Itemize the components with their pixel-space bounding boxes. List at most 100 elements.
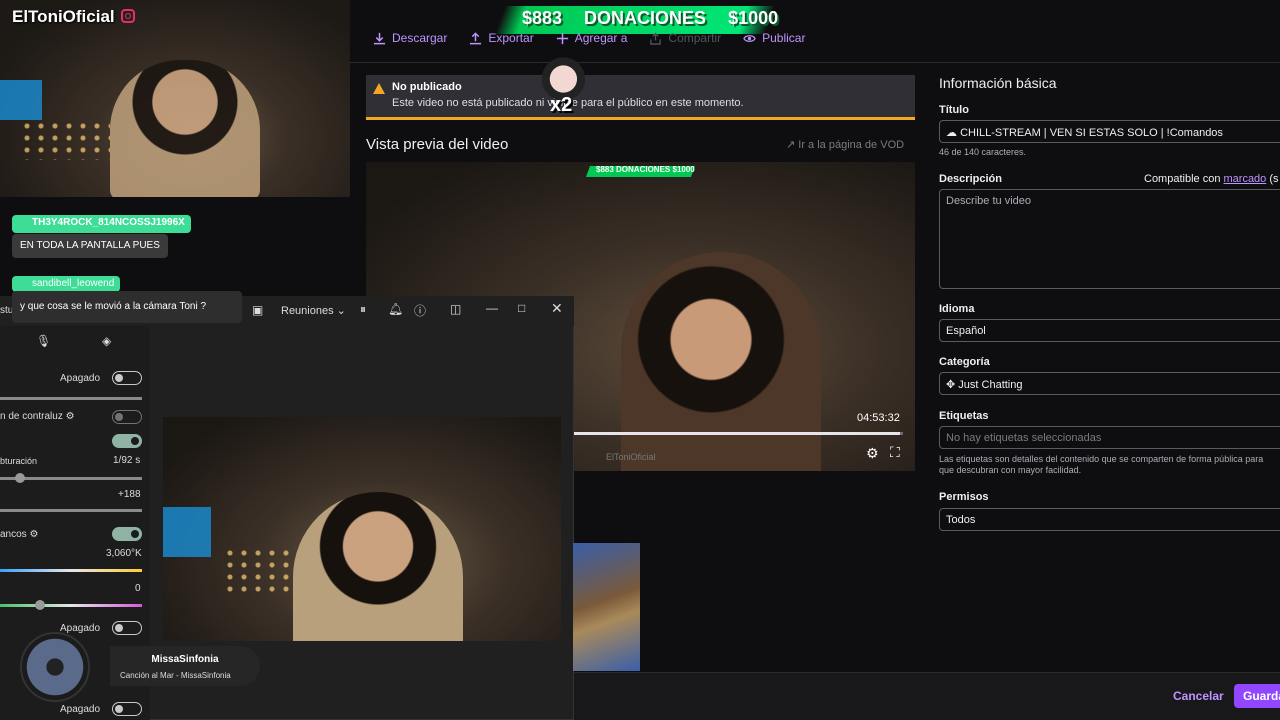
gear-icon: ⚙ [29, 529, 39, 540]
temperature-value: 3,060°K [106, 548, 142, 559]
bell-icon[interactable]: 🔔︎ [388, 302, 403, 316]
streamer-figure [110, 60, 260, 197]
permissions-label: Permisos [939, 491, 989, 503]
backlight-toggle[interactable] [112, 410, 142, 424]
setting-off-label-3: Apagado [60, 704, 101, 715]
markdown-link[interactable]: marcado [1224, 173, 1267, 185]
tags-input[interactable]: No hay etiquetas seleccionadas [939, 426, 1280, 449]
preview-title: Vista previa del video [366, 136, 509, 153]
description-textarea[interactable]: Describe tu video [939, 189, 1280, 289]
camera-streamer-figure [293, 492, 463, 641]
warning-title: No publicado [392, 81, 462, 93]
vod-toolbar: Descargar Exportar Agregar a Compartir P… [373, 31, 805, 45]
toolbar-divider [350, 62, 1280, 63]
title-input[interactable]: ☁ CHILL-STREAM | VEN SI ESTAS SOLO | !Co… [939, 120, 1280, 143]
publish-button[interactable]: Publicar [743, 31, 805, 45]
close-icon[interactable]: ✕ [551, 300, 563, 317]
meetings-dropdown[interactable]: Reuniones ⌄ [281, 304, 346, 317]
sidebar-toggle-icon[interactable]: ◫ [450, 302, 461, 316]
warning-description: Este video no está publicado ni visible … [392, 97, 744, 109]
toggle-1[interactable] [112, 371, 142, 385]
game-thumbnail [573, 543, 640, 671]
plus-icon [556, 32, 568, 44]
layers-icon[interactable]: ◈ [102, 334, 111, 348]
offset-value: +188 [118, 489, 141, 500]
share-icon [650, 31, 662, 45]
unpublished-warning: No publicado Este video no está publicad… [366, 75, 915, 120]
album-disc [20, 632, 90, 702]
webcam-overlay-top [0, 0, 350, 197]
white-balance-toggle[interactable] [112, 527, 142, 541]
title-label: Título [939, 104, 969, 116]
category-label: Categoría [939, 356, 990, 368]
fullscreen-icon[interactable]: ⛶ [890, 444, 900, 461]
download-button[interactable]: Descargar [373, 31, 447, 45]
donation-label: DONACIONES [584, 8, 707, 28]
now-playing-widget: MissaSinfonia Canción al Mar - MissaSinf… [20, 632, 260, 702]
tint-value: 0 [135, 583, 141, 594]
donation-amount: $883 [522, 8, 563, 28]
language-label: Idioma [939, 303, 975, 315]
chat-username-2: sandibell_leowend [12, 276, 121, 292]
white-balance-label: ancos ⚙ [0, 529, 39, 540]
char-count: 46 de 140 caracteres. [939, 147, 1027, 157]
eye-icon [743, 34, 756, 42]
description-label: Descripción [939, 173, 1002, 185]
chat-username-1: TH3Y4ROCK_814NCOSSJ1996X [12, 215, 191, 233]
pause-icon[interactable]: ⏸ [360, 302, 366, 317]
now-playing-box: MissaSinfonia Canción al Mar - MissaSinf… [110, 646, 260, 686]
chat-message-1: EN TODA LA PANTALLA PUES [12, 234, 168, 258]
markdown-hint: Compatible con marcado (s [1144, 173, 1279, 185]
background-monitor [163, 507, 211, 557]
video-progress-fill [560, 432, 900, 435]
mini-donation-text: $883 DONACIONES $1000 [596, 165, 695, 174]
backlight-label: n de contraluz ⚙ [0, 411, 75, 422]
setting-off-label-1: Apagado [60, 373, 101, 384]
streamer-name: ElToniOficial [12, 7, 135, 27]
cancel-button[interactable]: Cancelar [1173, 689, 1224, 703]
donation-text: $883 DONACIONES $1000 [522, 8, 800, 29]
camera-preview [163, 417, 561, 641]
slider-1[interactable] [0, 397, 142, 400]
video-timecode: 04:53:32 [857, 412, 900, 424]
export-button[interactable]: Exportar [469, 31, 534, 45]
shutter-knob[interactable] [15, 473, 25, 483]
export-icon [470, 31, 482, 44]
auto-toggle[interactable] [112, 434, 142, 448]
gear-icon: ⚙ [65, 411, 75, 422]
help-icon[interactable]: ⓘ [414, 302, 426, 319]
category-select[interactable]: ✥ Just Chatting [939, 372, 1280, 395]
share-button[interactable]: Compartir [649, 31, 721, 45]
save-button[interactable]: Guarda [1234, 684, 1280, 708]
shutter-label: bturación [0, 456, 38, 466]
chat-message-2: y que cosa se le movió a la cámara Toni … [12, 291, 242, 323]
language-select[interactable]: Español [939, 319, 1280, 342]
gamepad-icon: ✥ [946, 379, 956, 391]
tint-knob[interactable] [35, 600, 45, 610]
warning-icon [373, 83, 385, 94]
tags-label: Etiquetas [939, 410, 989, 422]
video-watermark: ElToniOficial [606, 452, 656, 462]
tint-slider[interactable] [0, 604, 142, 607]
settings-gear-icon[interactable]: ⚙ [866, 445, 879, 462]
string-lights [20, 120, 110, 160]
tags-hint: Las etiquetas son detalles del contenido… [939, 454, 1264, 475]
add-to-button[interactable]: Agregar a [556, 31, 627, 45]
download-icon [373, 32, 386, 44]
music-track: Canción al Mar - MissaSinfonia [120, 671, 231, 680]
shutter-value: 1/92 s [113, 455, 141, 466]
temperature-slider[interactable] [0, 569, 142, 572]
video-streamer-figure [621, 252, 821, 471]
toggle-3[interactable] [112, 702, 142, 716]
vod-page-link[interactable]: ↗ Ir a la página de VOD [786, 138, 904, 151]
background-monitor [0, 80, 42, 120]
offset-slider[interactable] [0, 509, 142, 512]
camera-icon[interactable]: ▣ [252, 303, 263, 317]
minimize-icon[interactable]: — [486, 301, 498, 315]
video-progress-bar[interactable] [560, 432, 903, 435]
permissions-select[interactable]: Todos [939, 508, 1280, 531]
microphone-icon[interactable]: 🎙︎ [36, 334, 51, 348]
maximize-icon[interactable]: □ [518, 301, 525, 315]
music-artist: MissaSinfonia [151, 654, 219, 665]
emote-multiplier: x2 [550, 94, 573, 116]
